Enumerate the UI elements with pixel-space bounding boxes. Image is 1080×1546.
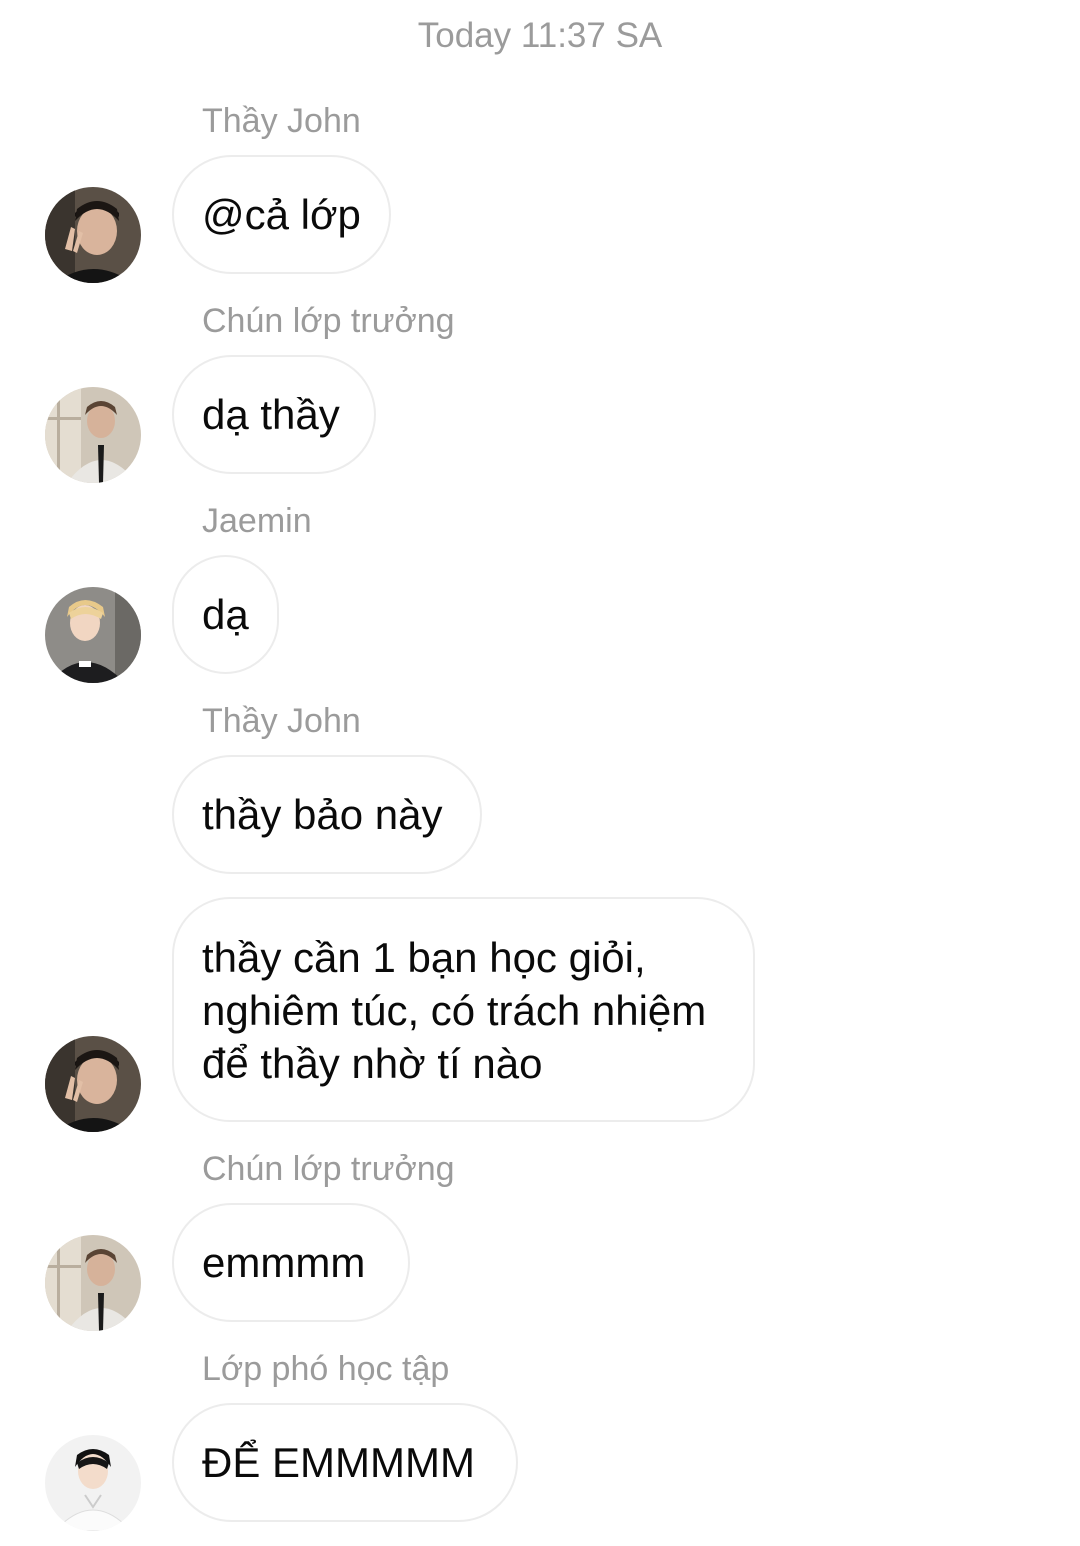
sender-name: Chún lớp trưởng xyxy=(202,302,455,340)
avatar-thay-john[interactable] xyxy=(45,1036,141,1132)
message-bubble[interactable]: thầy bảo này xyxy=(172,755,482,874)
message-bubble[interactable]: thầy cần 1 bạn học giỏi, nghiêm túc, có … xyxy=(172,897,755,1122)
avatar-image xyxy=(45,187,141,283)
message-bubble[interactable]: ĐỂ EMMMMM xyxy=(172,1403,518,1522)
avatar-jaemin[interactable] xyxy=(45,587,141,683)
avatar-image xyxy=(45,587,141,683)
avatar-thay-john[interactable] xyxy=(45,187,141,283)
chat-timestamp: Today 11:37 SA xyxy=(417,16,663,55)
sender-name: Chún lớp trưởng xyxy=(202,1150,455,1188)
avatar-chun-lop-truong[interactable] xyxy=(45,387,141,483)
sender-name: Lớp phó học tập xyxy=(202,1350,450,1388)
avatar-chun-lop-truong[interactable] xyxy=(45,1235,141,1331)
avatar-image xyxy=(45,1435,141,1531)
message-bubble[interactable]: dạ thầy xyxy=(172,355,376,474)
sender-name: Jaemin xyxy=(202,502,312,540)
avatar-lop-pho-hoc-tap[interactable] xyxy=(45,1435,141,1531)
avatar-image xyxy=(45,1235,141,1331)
message-bubble[interactable]: emmmm xyxy=(172,1203,410,1322)
avatar-image xyxy=(45,1036,141,1132)
message-bubble[interactable]: dạ xyxy=(172,555,279,674)
sender-name: Thầy John xyxy=(202,102,361,140)
avatar-image xyxy=(45,387,141,483)
message-bubble[interactable]: @cả lớp xyxy=(172,155,391,274)
sender-name: Thầy John xyxy=(202,702,361,740)
